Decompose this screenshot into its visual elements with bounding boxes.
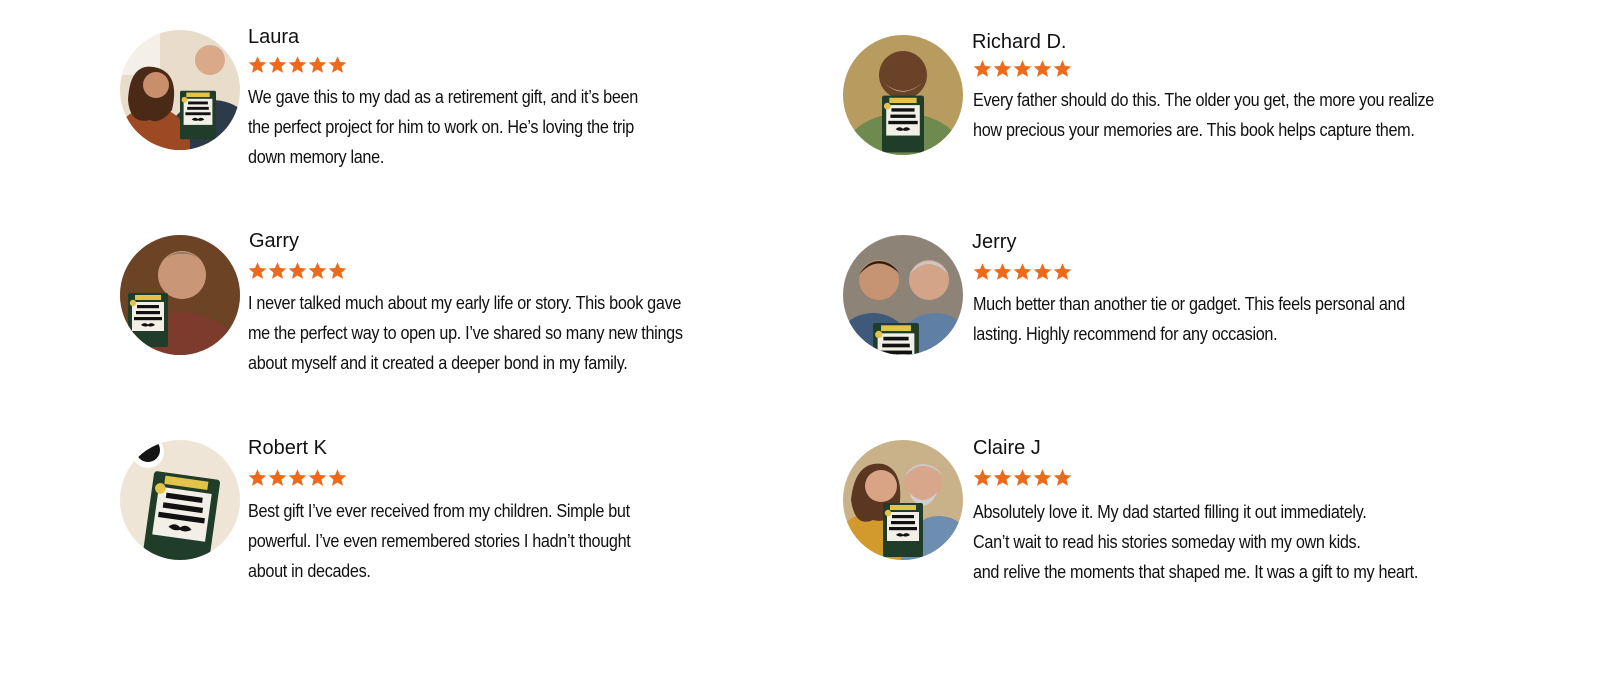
review-text-line: Absolutely love it. My dad started filli…: [973, 502, 1367, 522]
star-icon: [308, 260, 327, 282]
review-text: I never talked much about my early life …: [248, 288, 683, 378]
woman-and-father-with-book-photo: [120, 30, 240, 150]
review-text-line: We gave this to my dad as a retirement g…: [248, 87, 638, 107]
star-icon: [248, 260, 267, 282]
avatar-robert: [120, 440, 240, 560]
review-text-line: me the perfect way to open up. I’ve shar…: [248, 323, 683, 343]
star-icon: [1033, 58, 1052, 80]
star-icon: [1033, 467, 1052, 489]
avatar-claire: [843, 440, 963, 560]
review-text: We gave this to my dad as a retirement g…: [248, 82, 638, 172]
star-icon: [288, 260, 307, 282]
daughter-and-father-with-book-photo: [843, 440, 963, 560]
review-text: Absolutely love it. My dad started filli…: [973, 497, 1418, 587]
star-icon: [973, 261, 992, 283]
rating-stars: [248, 467, 347, 489]
star-icon: [288, 54, 307, 76]
star-icon: [1013, 58, 1032, 80]
older-man-holding-book-photo: [120, 235, 240, 355]
star-icon: [328, 467, 347, 489]
reviewer-name: Laura: [248, 26, 300, 48]
avatar-laura: [120, 30, 240, 150]
rating-stars: [248, 260, 347, 282]
review-text-line: the perfect project for him to work on. …: [248, 117, 635, 137]
star-icon: [248, 467, 267, 489]
star-icon: [248, 54, 267, 76]
review-text-line: Every father should do this. The older y…: [973, 90, 1434, 110]
star-icon: [993, 261, 1012, 283]
star-icon: [1053, 261, 1072, 283]
rating-stars: [973, 58, 1072, 80]
review-text-line: I never talked much about my early life …: [248, 293, 682, 313]
star-icon: [308, 54, 327, 76]
star-icon: [288, 467, 307, 489]
reviewer-name: Claire J: [973, 437, 1041, 459]
book-with-coffee-cup-photo: [120, 440, 240, 560]
star-icon: [1053, 58, 1072, 80]
review-text-line: about myself and it created a deeper bon…: [248, 353, 628, 373]
star-icon: [993, 467, 1012, 489]
star-icon: [308, 467, 327, 489]
review-text-line: lasting. Highly recommend for any occasi…: [973, 324, 1278, 344]
rating-stars: [973, 261, 1072, 283]
star-icon: [1053, 467, 1072, 489]
review-text: Every father should do this. The older y…: [973, 85, 1434, 145]
star-icon: [268, 54, 287, 76]
star-icon: [268, 467, 287, 489]
review-text-line: Can’t wait to read his stories someday w…: [973, 532, 1361, 552]
rating-stars: [973, 467, 1072, 489]
reviewer-name: Robert K: [248, 437, 327, 459]
review-text-line: powerful. I’ve even remembered stories I…: [248, 531, 631, 551]
review-text: Best gift I’ve ever received from my chi…: [248, 496, 631, 586]
star-icon: [328, 260, 347, 282]
review-text-line: Much better than another tie or gadget. …: [973, 294, 1405, 314]
review-text: Much better than another tie or gadget. …: [973, 289, 1405, 349]
review-text-line: Best gift I’ve ever received from my chi…: [248, 501, 630, 521]
review-text-line: about in decades.: [248, 561, 371, 581]
review-text-line: and relive the moments that shaped me. I…: [973, 562, 1419, 582]
star-icon: [1013, 467, 1032, 489]
review-text-line: how precious your memories are. This boo…: [973, 120, 1415, 140]
avatar-garry: [120, 235, 240, 355]
star-icon: [328, 54, 347, 76]
reviewer-name: Jerry: [972, 231, 1017, 253]
review-text-line: down memory lane.: [248, 147, 385, 167]
reviewer-name: Garry: [249, 230, 299, 252]
avatar-richard: [843, 35, 963, 155]
star-icon: [973, 58, 992, 80]
rating-stars: [248, 54, 347, 76]
avatar-jerry: [843, 235, 963, 355]
star-icon: [268, 260, 287, 282]
reviewer-name: Richard D.: [972, 31, 1067, 53]
smiling-man-holding-book-photo: [843, 35, 963, 155]
star-icon: [1033, 261, 1052, 283]
son-and-father-with-book-photo: [843, 235, 963, 355]
star-icon: [1013, 261, 1032, 283]
star-icon: [973, 467, 992, 489]
star-icon: [993, 58, 1012, 80]
